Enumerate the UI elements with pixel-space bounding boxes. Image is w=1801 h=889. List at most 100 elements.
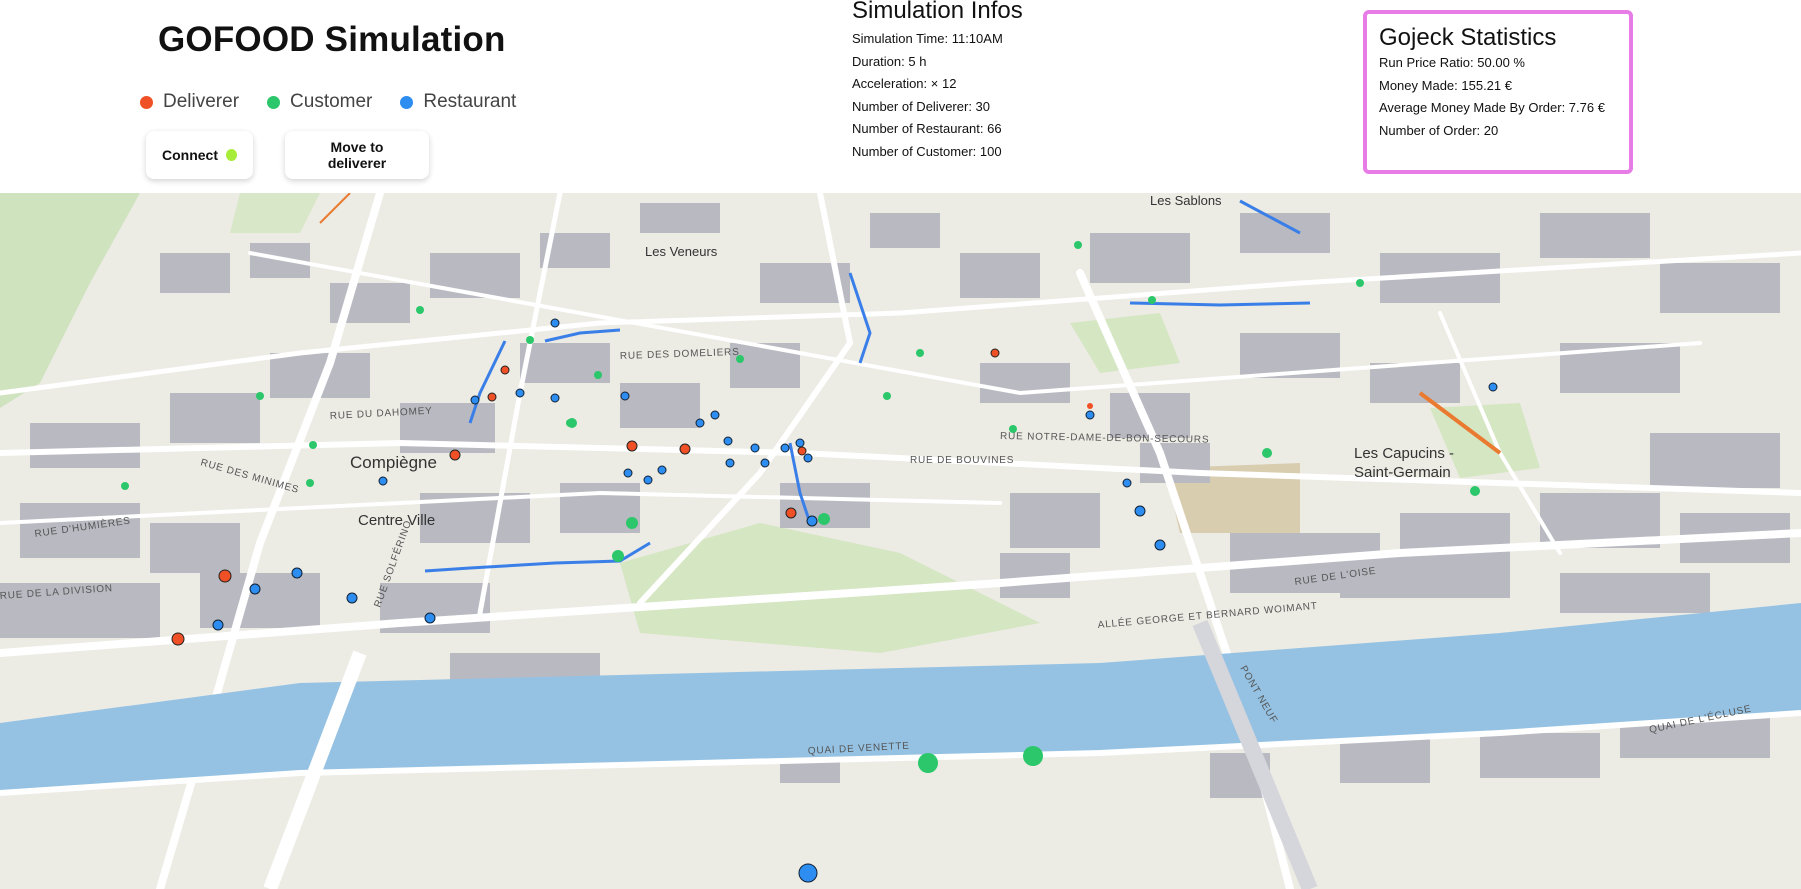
restaurant-marker: [710, 410, 720, 420]
deliverer-marker: [1087, 403, 1093, 409]
simulation-info-title: Simulation Infos: [852, 0, 1023, 24]
place-label: Saint-Germain: [1354, 464, 1451, 481]
customer-marker: [818, 513, 830, 525]
map-legend: Deliverer Customer Restaurant: [140, 91, 516, 113]
deliverer-marker: [500, 365, 510, 375]
customer-marker: [256, 392, 264, 400]
restaurant-marker: [550, 393, 560, 403]
restaurant-marker: [424, 612, 436, 624]
average-money-per-order: Average Money Made By Order: 7.76 €: [1379, 100, 1605, 115]
customer-marker: [594, 371, 602, 379]
restaurant-marker: [780, 443, 790, 453]
header-panel: GOFOOD Simulation Deliverer Customer Res…: [0, 0, 1801, 193]
statistics-title: Gojeck Statistics: [1379, 24, 1557, 51]
place-label: Les Veneurs: [645, 244, 718, 259]
restaurant-marker: [346, 592, 358, 604]
simulation-duration: Duration: 5 h: [852, 53, 927, 69]
deliverer-marker: [449, 449, 461, 461]
restaurant-count: Number of Restaurant: 66: [852, 121, 1002, 136]
app-title: GOFOOD Simulation: [158, 20, 506, 59]
customer-marker: [626, 517, 638, 529]
customer-marker: [883, 392, 891, 400]
statistics-panel: Gojeck Statistics Run Price Ratio: 50.00…: [1363, 10, 1633, 174]
customer-marker: [121, 482, 129, 490]
deliverer-marker: [679, 443, 691, 455]
deliverer-marker: [990, 348, 1000, 358]
connection-status-icon: [226, 149, 237, 161]
restaurant-marker: [1122, 478, 1132, 488]
restaurant-marker: [378, 476, 388, 486]
deliverer-marker: [785, 507, 797, 519]
deliverer-marker: [218, 569, 232, 583]
restaurant-marker: [212, 619, 224, 631]
customer-marker: [1262, 448, 1272, 458]
run-price-ratio: Run Price Ratio: 50.00 %: [1379, 55, 1525, 70]
customer-marker: [1074, 241, 1082, 249]
restaurant-marker: [470, 395, 480, 405]
restaurant-marker: [760, 458, 770, 468]
restaurant-marker: [515, 388, 525, 398]
connect-button-label: Connect: [162, 147, 218, 163]
restaurant-marker: [550, 318, 560, 328]
restaurant-marker: [1085, 410, 1095, 420]
legend-label-customer: Customer: [290, 91, 373, 112]
restaurant-marker: [750, 443, 760, 453]
deliverer-count: Number of Deliverer: 30: [852, 98, 990, 114]
street-label: RUE DE BOUVINES: [910, 455, 1014, 466]
deliverer-marker: [626, 440, 638, 452]
restaurant-dot-icon: [400, 95, 414, 109]
money-made: Money Made: 155.21 €: [1379, 77, 1512, 93]
deliverer-dot-icon: [140, 95, 153, 109]
restaurant-marker: [1488, 382, 1498, 392]
customer-marker: [416, 306, 424, 314]
customer-marker: [916, 349, 924, 357]
restaurant-marker: [695, 418, 705, 428]
place-label: Les Capucins -: [1354, 445, 1454, 462]
customer-marker: [309, 441, 317, 449]
land-area: [0, 193, 1801, 889]
restaurant-marker: [643, 475, 653, 485]
place-label: Les Sablons: [1150, 193, 1222, 208]
restaurant-marker: [291, 567, 303, 579]
map-canvas[interactable]: Les Sablons Les Veneurs Compiègne Centre…: [0, 193, 1801, 889]
place-label: Centre Ville: [358, 512, 435, 529]
simulation-time: Simulation Time: 11:10AM: [852, 31, 1003, 46]
restaurant-marker: [795, 438, 805, 448]
customer-marker: [306, 479, 314, 487]
place-label: Compiègne: [350, 453, 437, 472]
simulation-info-panel: Simulation Infos Simulation Time: 11:10A…: [852, 0, 1192, 163]
move-to-deliverer-button[interactable]: Move to deliverer: [285, 131, 429, 179]
restaurant-marker: [1154, 539, 1166, 551]
simulation-acceleration: Acceleration: × 12: [852, 76, 957, 91]
customer-marker: [1470, 486, 1480, 496]
customer-marker: [567, 418, 577, 428]
restaurant-marker: [723, 436, 733, 446]
legend-item-customer: Customer: [267, 91, 372, 113]
legend-item-deliverer: Deliverer: [140, 91, 239, 113]
restaurant-marker: [803, 453, 813, 463]
legend-item-restaurant: Restaurant: [400, 91, 516, 113]
legend-label-deliverer: Deliverer: [163, 91, 240, 112]
city-map[interactable]: Les Sablons Les Veneurs Compiègne Centre…: [0, 193, 1801, 889]
restaurant-marker: [798, 863, 818, 883]
restaurant-marker: [623, 468, 633, 478]
restaurant-marker: [620, 391, 630, 401]
customer-marker: [1356, 279, 1364, 287]
deliverer-marker: [487, 392, 497, 402]
restaurant-marker: [249, 583, 261, 595]
customer-marker: [1023, 746, 1043, 766]
restaurant-marker: [1134, 505, 1146, 517]
restaurant-marker: [657, 465, 667, 475]
order-count: Number of Order: 20: [1379, 122, 1499, 138]
customer-marker: [1148, 296, 1156, 304]
connect-button[interactable]: Connect: [146, 131, 253, 179]
customer-marker: [918, 753, 938, 773]
restaurant-marker: [806, 515, 818, 527]
restaurant-marker: [725, 458, 735, 468]
deliverer-marker: [171, 632, 185, 646]
customer-marker: [612, 550, 624, 562]
customer-dot-icon: [267, 95, 281, 109]
customer-marker: [526, 336, 534, 344]
deliverer-marker: [797, 446, 807, 456]
customer-count: Number of Customer: 100: [852, 143, 1002, 159]
